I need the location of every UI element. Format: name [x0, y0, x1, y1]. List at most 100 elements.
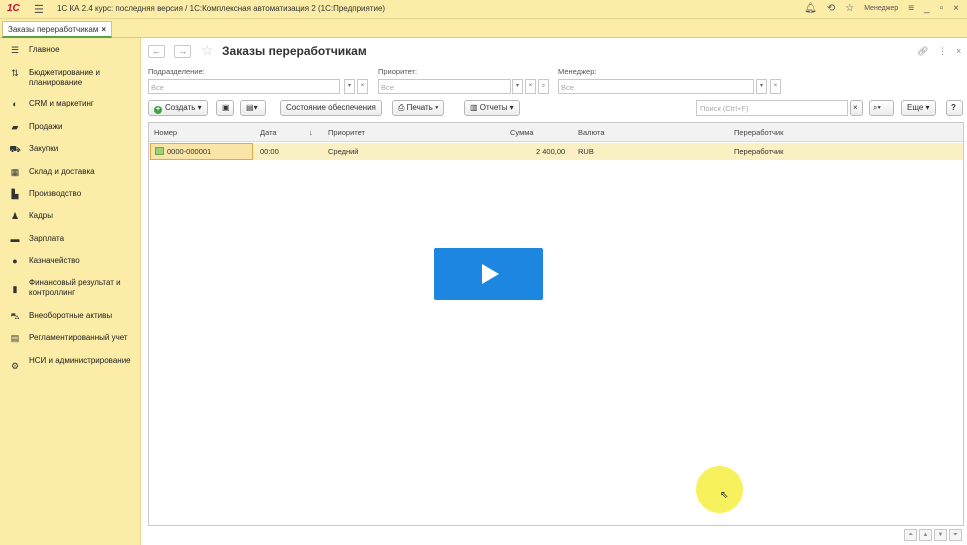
budget-icon: ⇅ [11, 68, 19, 78]
division-field[interactable]: Все [148, 79, 340, 94]
chart-icon: ▮ [12, 284, 18, 294]
plus-icon: + [154, 106, 162, 114]
printer-icon: ⎙ [398, 103, 405, 112]
priority-dropdown-icon[interactable]: ▾ [512, 79, 523, 94]
title-bar: 1C ☰ 1С КА 2.4 курс: последняя версия / … [0, 0, 967, 19]
save-button[interactable]: ▣ [216, 100, 234, 116]
favorite-star-icon[interactable]: ☆ [201, 42, 214, 59]
search-placeholder: Поиск (Ctrl+F) [700, 104, 749, 113]
column-number[interactable]: Номер [154, 128, 177, 137]
current-user[interactable]: Менеджер [864, 5, 898, 12]
magnifier-icon: ⌕ [873, 103, 878, 112]
sidebar-item-label: Бюджетирование и планирование [29, 68, 100, 87]
window-title: 1С КА 2.4 курс: последняя версия / 1С:Ко… [57, 4, 386, 13]
cell-currency: RUB [578, 147, 594, 156]
tab-close-icon[interactable]: × [101, 25, 106, 34]
document-icon: ▣ [222, 103, 230, 112]
manager-dropdown-icon[interactable]: ▾ [756, 79, 767, 94]
cell-date: 00:00 [260, 147, 279, 156]
cell-number: 0000-000001 [155, 147, 211, 156]
report-icon: ▥ [470, 103, 478, 112]
sales-icon: ▰ [11, 122, 19, 132]
link-icon[interactable]: 🔗︎ [917, 46, 928, 57]
sidebar-item-label: Закупки [29, 144, 59, 153]
warehouse-icon: ▦ [10, 167, 20, 177]
open-windows-bar: Заказы переработчикам × [0, 19, 967, 38]
reports-label: Отчеты [479, 103, 508, 112]
column-priority[interactable]: Приоритет [328, 128, 365, 137]
print-label: Печать [406, 103, 433, 112]
restore-icon[interactable]: ▫ [940, 3, 944, 14]
supply-state-button[interactable]: Состояние обеспечения [280, 100, 382, 116]
sidebar-item-label: Главное [29, 45, 60, 54]
first-page-icon[interactable]: ⏶ [904, 529, 917, 541]
close-icon[interactable]: × [953, 3, 959, 14]
settings-menu-icon[interactable]: ≡ [908, 3, 914, 14]
sidebar-item-label: Склад и доставка [29, 167, 95, 176]
priority-label: Приоритет: [378, 67, 418, 76]
sections-panel: ☰ Главное ⇅ Бюджетирование и планировани… [0, 38, 141, 545]
factory-icon: ▙ [11, 189, 19, 199]
number-value: 0000-000001 [167, 147, 212, 156]
list-icon: ☰ [10, 45, 20, 55]
money-icon: ▬ [10, 234, 20, 244]
minimize-icon[interactable]: _ [924, 3, 930, 14]
page-title: Заказы переработчикам [222, 44, 367, 58]
sidebar-item-label: CRM и маркетинг [29, 99, 94, 108]
favorite-star-icon[interactable]: ☆ [845, 3, 854, 14]
table-row[interactable]: 0000-000001 00:00 Средний 2 400,00 RUB П… [149, 143, 963, 160]
more-menu-icon[interactable]: ⋮ [938, 46, 947, 57]
column-processor[interactable]: Переработчик [734, 128, 783, 137]
more-button[interactable]: Еще ▾ [901, 100, 936, 116]
history-icon[interactable]: ⟲ [827, 3, 835, 14]
last-page-icon[interactable]: ⏷ [949, 529, 962, 541]
sidebar-item-label: НСИ и администрирование [29, 356, 131, 365]
orders-table: Номер Дата ↓ Приоритет Сумма Валюта Пере… [148, 122, 964, 526]
reports-button[interactable]: ▥ Отчеты ▾ [464, 100, 520, 116]
cart-icon: ⛟ [9, 144, 21, 154]
close-form-icon[interactable]: × [956, 46, 961, 56]
sidebar-item-label: Кадры [29, 211, 53, 220]
manager-clear-icon[interactable]: × [770, 79, 781, 94]
column-sum[interactable]: Сумма [510, 128, 534, 137]
division-clear-icon[interactable]: × [357, 79, 368, 94]
column-currency[interactable]: Валюта [578, 128, 605, 137]
back-button[interactable]: ← [148, 45, 165, 58]
manager-label: Менеджер: [558, 67, 597, 76]
column-date[interactable]: Дата [260, 128, 277, 137]
manager-field[interactable]: Все [558, 79, 754, 94]
table-header: Номер Дата ↓ Приоритет Сумма Валюта Пере… [149, 123, 963, 142]
app-logo: 1C [7, 3, 20, 14]
page-down-icon[interactable]: ▼ [934, 529, 947, 541]
forward-button[interactable]: → [174, 45, 191, 58]
gear-icon: ⚙ [10, 361, 20, 371]
print-button[interactable]: ⎙ Печать ▾ [392, 100, 445, 116]
search-clear-button[interactable]: × [850, 100, 863, 116]
bell-icon[interactable]: 🔔︎ [804, 3, 817, 14]
tab-orders-processors[interactable]: Заказы переработчикам × [2, 21, 112, 38]
mouse-cursor-icon: ⇖ [720, 490, 729, 501]
priority-link-icon[interactable]: ⌕ [538, 79, 549, 94]
tab-label: Заказы переработчикам [8, 25, 99, 34]
cell-processor: Переработчик [734, 147, 784, 156]
sidebar-item-label: Финансовый результат и контроллинг [29, 278, 121, 297]
hamburger-icon[interactable]: ☰ [34, 3, 44, 16]
treasury-icon: ● [12, 256, 18, 266]
page-up-icon[interactable]: ▲ [919, 529, 932, 541]
priority-value: Все [381, 83, 394, 92]
create-button[interactable]: + Создать ▾ [148, 100, 208, 116]
help-button[interactable]: ? [946, 100, 963, 116]
copy-icon: ▤ [246, 103, 254, 112]
ledger-icon: ▤ [10, 333, 20, 343]
search-input[interactable]: Поиск (Ctrl+F) [696, 100, 848, 116]
sidebar-item-label: Зарплата [29, 234, 65, 243]
video-play-button[interactable] [434, 248, 543, 300]
division-dropdown-icon[interactable]: ▾ [344, 79, 355, 94]
search-button[interactable]: ⌕▾ [869, 100, 894, 116]
priority-field[interactable]: Все [378, 79, 511, 94]
create-based-on-button[interactable]: ▤▾ [240, 100, 266, 116]
sidebar-item-label: Производство [29, 189, 82, 198]
priority-clear-icon[interactable]: × [525, 79, 536, 94]
manager-value: Все [561, 83, 574, 92]
cell-sum: 2 400,00 [536, 147, 566, 156]
